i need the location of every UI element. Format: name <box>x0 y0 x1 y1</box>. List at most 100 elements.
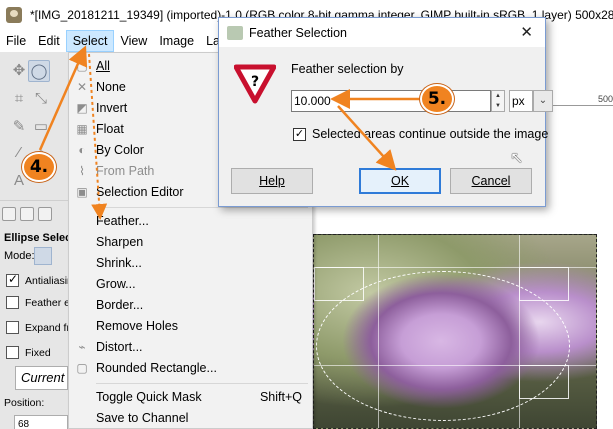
step-4-badge: 4. <box>22 152 56 182</box>
menu-item-distort[interactable]: ⌁ Distort... <box>69 337 312 358</box>
expand-from-center-label: Expand fr <box>25 321 70 334</box>
top-ruler: 500 <box>548 92 613 106</box>
tool-options-title: Ellipse Select <box>4 232 75 244</box>
antialiasing-checkbox[interactable] <box>6 272 19 287</box>
menu-item-label: Feather... <box>96 214 149 228</box>
gimp-dialog-icon <box>227 25 243 40</box>
selection-editor-icon: ▣ <box>76 185 88 199</box>
from-path-icon: ⌇ <box>79 164 85 178</box>
menu-item-label: Border... <box>96 298 144 312</box>
select-none-icon: ✕ <box>76 80 88 94</box>
mouse-cursor-icon: ↖ <box>510 150 524 167</box>
cancel-label: Cancel <box>471 174 511 188</box>
menu-item-rounded-rectangle[interactable]: ▢ Rounded Rectangle... <box>69 358 312 379</box>
menu-item-label: Shrink... <box>96 256 142 270</box>
menu-item-toggle-quick-mask[interactable]: Toggle Quick Mask Shift+Q <box>69 387 312 408</box>
distort-icon: ⌁ <box>78 340 86 354</box>
transform-tool-icon[interactable]: ⤡ <box>30 88 52 110</box>
antialiasing-option[interactable]: Antialiasin <box>6 272 73 287</box>
dialog-titlebar: Feather Selection ✕ <box>219 18 545 47</box>
menu-separator <box>96 383 308 384</box>
chevron-down-icon[interactable]: ⌄ <box>533 90 553 112</box>
menu-image[interactable]: Image <box>153 30 200 52</box>
antialiasing-label: Antialiasin <box>25 274 73 287</box>
position-label: Position: <box>4 397 45 409</box>
feather-value-input[interactable]: 10.000 <box>291 90 491 112</box>
tool-options-panel: Ellipse Select Mode: Antialiasin Feather… <box>0 200 76 429</box>
menu-separator <box>96 207 308 208</box>
eraser-tool-icon[interactable]: ▭ <box>30 116 52 138</box>
menu-item-label: By Color <box>96 143 144 157</box>
move-tool-icon[interactable]: ✥ <box>8 60 30 82</box>
menu-item-label: Sharpen <box>96 235 144 249</box>
menu-item-label: Selection Editor <box>96 185 184 199</box>
ok-button[interactable]: OK <box>359 168 441 194</box>
menu-item-label: Float <box>96 122 124 136</box>
cancel-button[interactable]: Cancel <box>450 168 532 194</box>
gimp-app-icon <box>6 7 22 23</box>
fixed-mode-select[interactable]: Current <box>15 366 68 390</box>
close-icon[interactable]: ✕ <box>520 23 533 41</box>
menu-item-label: Rounded Rectangle... <box>96 361 217 375</box>
step-5-badge: 5. <box>420 84 454 114</box>
select-all-icon: ▢ <box>76 59 88 73</box>
menu-item-feather[interactable]: Feather... <box>69 211 312 232</box>
paint-tool-icon[interactable]: ✎ <box>8 116 30 138</box>
menu-item-border[interactable]: Border... <box>69 295 312 316</box>
fixed-label: Fixed <box>25 346 51 359</box>
menu-item-remove-holes[interactable]: Remove Holes <box>69 316 312 337</box>
mode-replace-button[interactable] <box>34 247 52 265</box>
undo-history-tab-icon[interactable] <box>38 207 52 221</box>
invert-icon: ◩ <box>76 101 88 115</box>
float-icon: ▦ <box>76 122 88 136</box>
feather-label: Feather selection by <box>291 62 404 76</box>
menu-item-label: Grow... <box>96 277 136 291</box>
menu-edit[interactable]: Edit <box>32 30 66 52</box>
feather-spin-button[interactable]: ▲ ▼ <box>491 90 505 112</box>
menu-item-label: All <box>96 59 110 73</box>
by-color-icon: ◐ <box>78 143 86 157</box>
device-status-tab-icon[interactable] <box>20 207 34 221</box>
menu-item-sharpen[interactable]: Sharpen <box>69 232 312 253</box>
fixed-option[interactable]: Fixed <box>6 346 51 359</box>
crop-tool-icon[interactable]: ⌗ <box>8 88 30 110</box>
feather-edges-option[interactable]: Feather ed <box>6 296 76 309</box>
selected-areas-label: Selected areas continue outside the imag… <box>312 127 549 141</box>
menu-item-label: From Path <box>96 164 155 178</box>
feather-selection-dialog: Feather Selection ✕ ? Feather selection … <box>218 17 553 207</box>
menu-item-label: Distort... <box>96 340 143 354</box>
orchid-image[interactable] <box>313 234 597 429</box>
menu-select[interactable]: Select <box>65 30 115 52</box>
menu-item-shrink[interactable]: Shrink... <box>69 253 312 274</box>
menu-item-label: None <box>96 80 126 94</box>
menu-item-label: Save to Channel <box>96 411 189 425</box>
menu-item-label: Invert <box>96 101 128 115</box>
position-x-input[interactable]: 68 <box>14 415 68 429</box>
ellipse-selection[interactable] <box>316 271 570 421</box>
selected-areas-checkbox[interactable]: ✓ <box>293 128 306 141</box>
svg-text:?: ? <box>251 74 259 90</box>
ok-label: OK <box>390 174 410 188</box>
help-button[interactable]: Help <box>231 168 313 194</box>
question-warning-icon: ? <box>234 64 276 104</box>
tool-options-tabs <box>0 201 68 227</box>
tool-options-tab-icon[interactable] <box>2 207 16 221</box>
ruler-label: 500 <box>598 94 613 104</box>
menu-item-save-to-channel[interactable]: Save to Channel <box>69 408 312 429</box>
ellipse-select-tool-icon[interactable]: ◯ <box>28 60 50 82</box>
dialog-title: Feather Selection <box>249 25 347 40</box>
shortcut-label: Shift+Q <box>259 390 302 404</box>
feather-edges-checkbox[interactable] <box>6 296 19 309</box>
fixed-checkbox[interactable] <box>6 346 19 359</box>
menu-item-label: Remove Holes <box>96 319 178 333</box>
menu-item-label: Toggle Quick Mask <box>96 390 202 404</box>
rounded-rect-icon: ▢ <box>76 361 88 375</box>
mode-label: Mode: <box>4 250 35 262</box>
help-label: Help <box>259 174 285 188</box>
unit-select[interactable]: px <box>509 90 533 112</box>
menu-item-grow[interactable]: Grow... <box>69 274 312 295</box>
menu-view[interactable]: View <box>114 30 153 52</box>
expand-from-center-option[interactable]: Expand fr <box>6 321 70 334</box>
menu-file[interactable]: File <box>0 30 32 52</box>
expand-from-center-checkbox[interactable] <box>6 321 19 334</box>
